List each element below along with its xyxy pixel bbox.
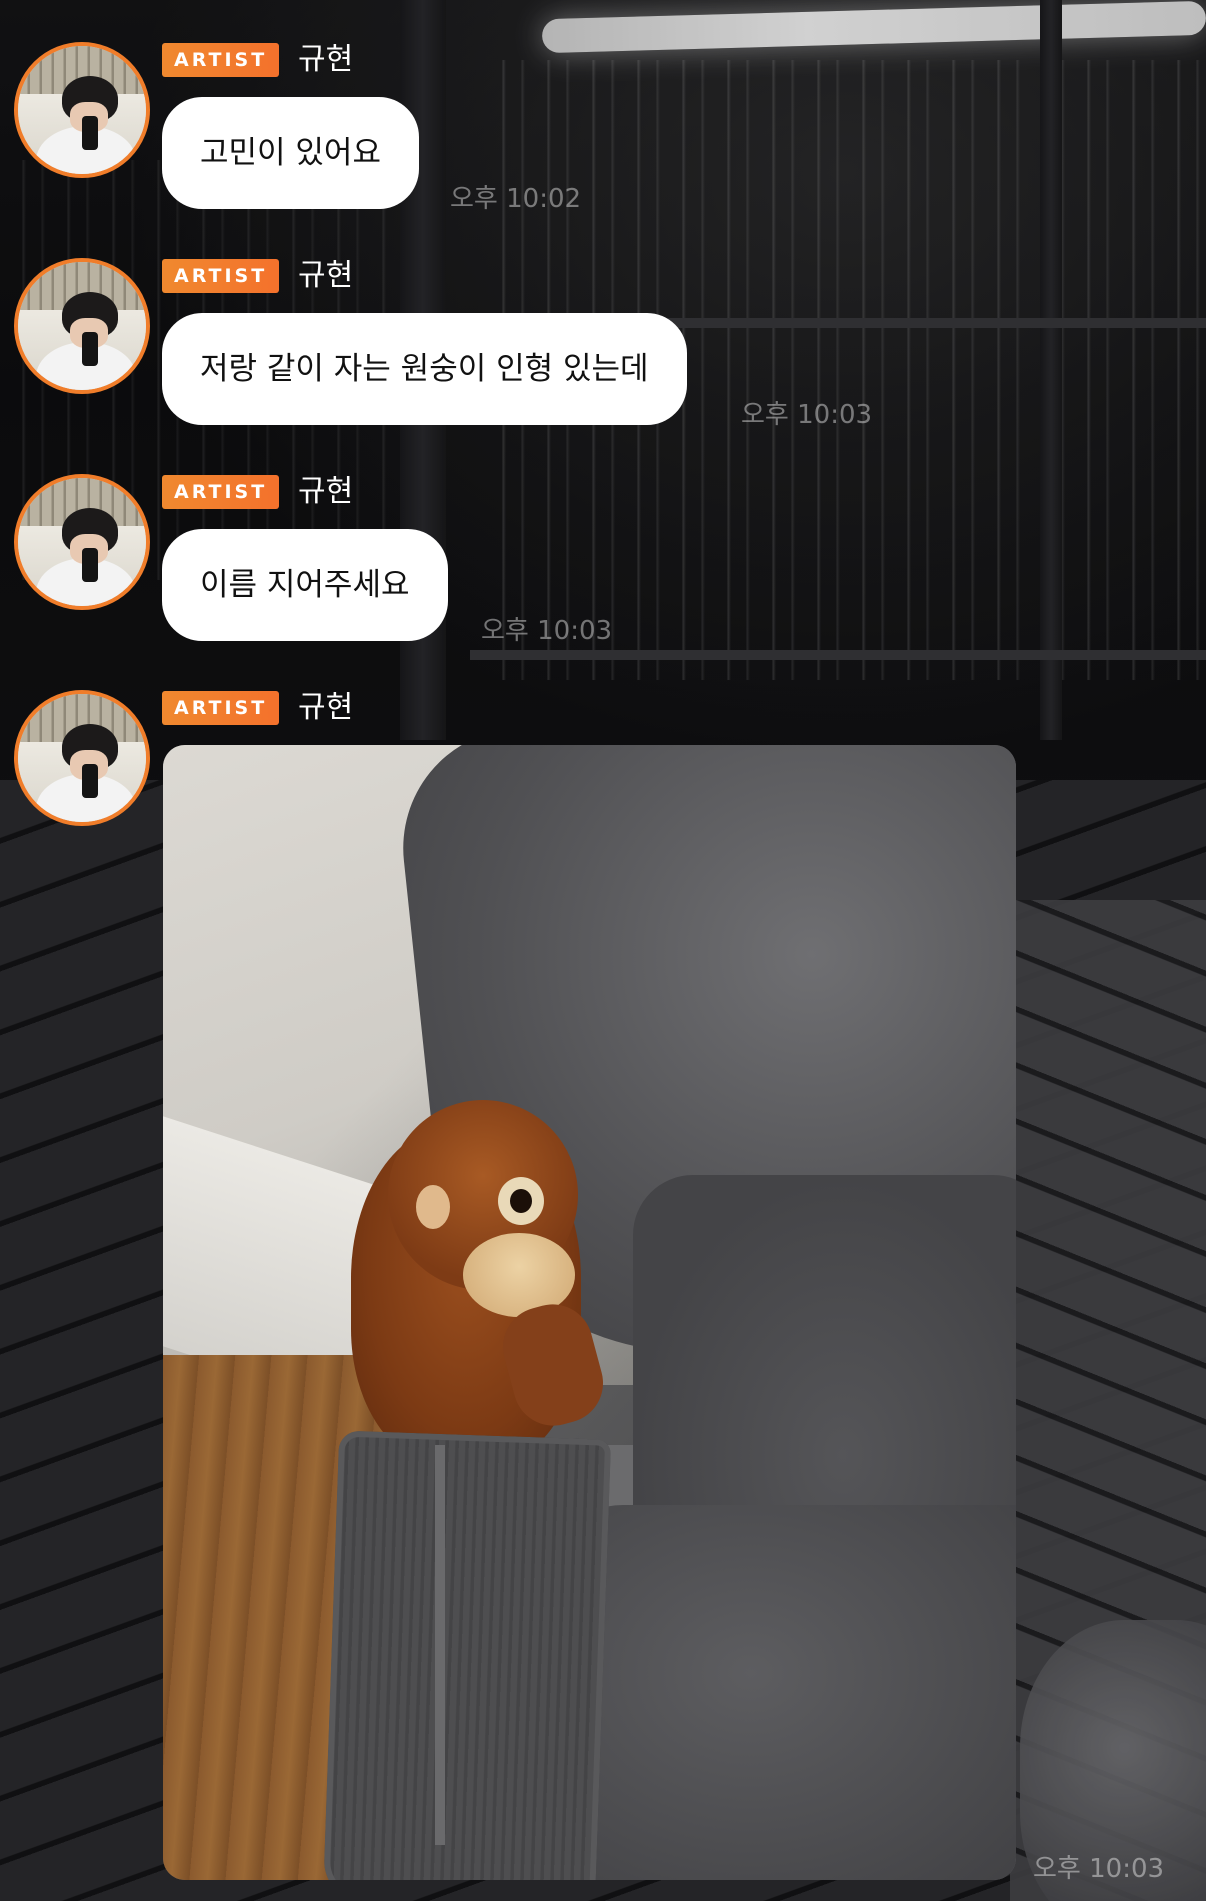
sender-name[interactable]: 규현 — [298, 256, 353, 296]
artist-avatar[interactable] — [14, 690, 150, 826]
artist-badge: ARTIST — [162, 475, 280, 509]
artist-badge: ARTIST — [162, 259, 280, 293]
sender-name[interactable]: 규현 — [298, 40, 353, 80]
artist-badge: ARTIST — [162, 691, 280, 725]
photo-blanket — [543, 1505, 1016, 1880]
message-bubble[interactable]: 저랑 같이 자는 원숭이 인형 있는데 — [162, 313, 687, 425]
photo-towel — [322, 1430, 612, 1880]
message-timestamp: 오후 10:03 — [1033, 1854, 1165, 1884]
stuffed-orangutan-eye — [498, 1177, 544, 1225]
sender-name[interactable]: 규현 — [298, 472, 353, 512]
artist-badge: ARTIST — [162, 43, 280, 77]
artist-avatar[interactable] — [14, 258, 150, 394]
message-bubble[interactable]: 고민이 있어요 — [162, 97, 419, 209]
message-timestamp: 오후 10:03 — [741, 400, 873, 430]
message-timestamp: 오후 10:03 — [481, 616, 613, 646]
artist-avatar[interactable] — [14, 474, 150, 610]
message-bubble[interactable]: 이름 지어주세요 — [162, 529, 448, 641]
artist-avatar[interactable] — [14, 42, 150, 178]
stuffed-orangutan-ear — [416, 1185, 450, 1229]
photo-message[interactable] — [163, 745, 1016, 1880]
sender-name[interactable]: 규현 — [298, 688, 353, 728]
chat-message-list[interactable]: ARTIST 규현 고민이 있어요 오후 10:02 ARTIST 규현 저랑 … — [0, 0, 1206, 1901]
message-timestamp: 오후 10:02 — [450, 184, 582, 214]
